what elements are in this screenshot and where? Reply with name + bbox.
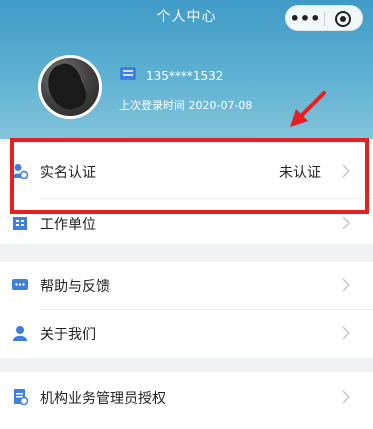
document-icon [14, 389, 28, 405]
help-feedback-label: 帮助与反馈 [40, 279, 110, 295]
chevron-right-icon [342, 326, 351, 340]
help-feedback-row[interactable]: 帮助与反馈 [0, 264, 373, 306]
org-admin-auth-label: 机构业务管理员授权 [40, 391, 166, 407]
avatar-hair [42, 59, 90, 115]
work-unit-label: 工作单位 [40, 217, 96, 233]
person-icon [13, 326, 27, 341]
about-us-label: 关于我们 [40, 327, 96, 343]
chevron-right-icon [342, 390, 351, 404]
avatar[interactable] [38, 55, 102, 119]
close-miniprogram-icon[interactable] [335, 11, 351, 27]
org-admin-auth-row[interactable]: 机构业务管理员授权 [0, 376, 373, 418]
annotation-arrow-icon [290, 91, 326, 127]
row-divider [40, 309, 373, 310]
building-icon [13, 217, 27, 230]
chevron-right-icon [342, 216, 351, 230]
chat-icon [12, 279, 28, 290]
miniprogram-capsule: ••• [285, 5, 363, 31]
phone-number: 135****1532 [146, 69, 224, 83]
last-login-time: 上次登录时间 2020-07-08 [119, 99, 253, 112]
highlight-box [10, 138, 369, 214]
support-group: 帮助与反馈 关于我们 [0, 262, 373, 358]
admin-group: 机构业务管理员授权 [0, 372, 373, 429]
more-menu-icon[interactable]: ••• [286, 6, 324, 32]
about-us-row[interactable]: 关于我们 [0, 312, 373, 354]
id-card-icon [120, 67, 136, 80]
capsule-divider [324, 12, 325, 26]
chevron-right-icon [342, 278, 351, 292]
